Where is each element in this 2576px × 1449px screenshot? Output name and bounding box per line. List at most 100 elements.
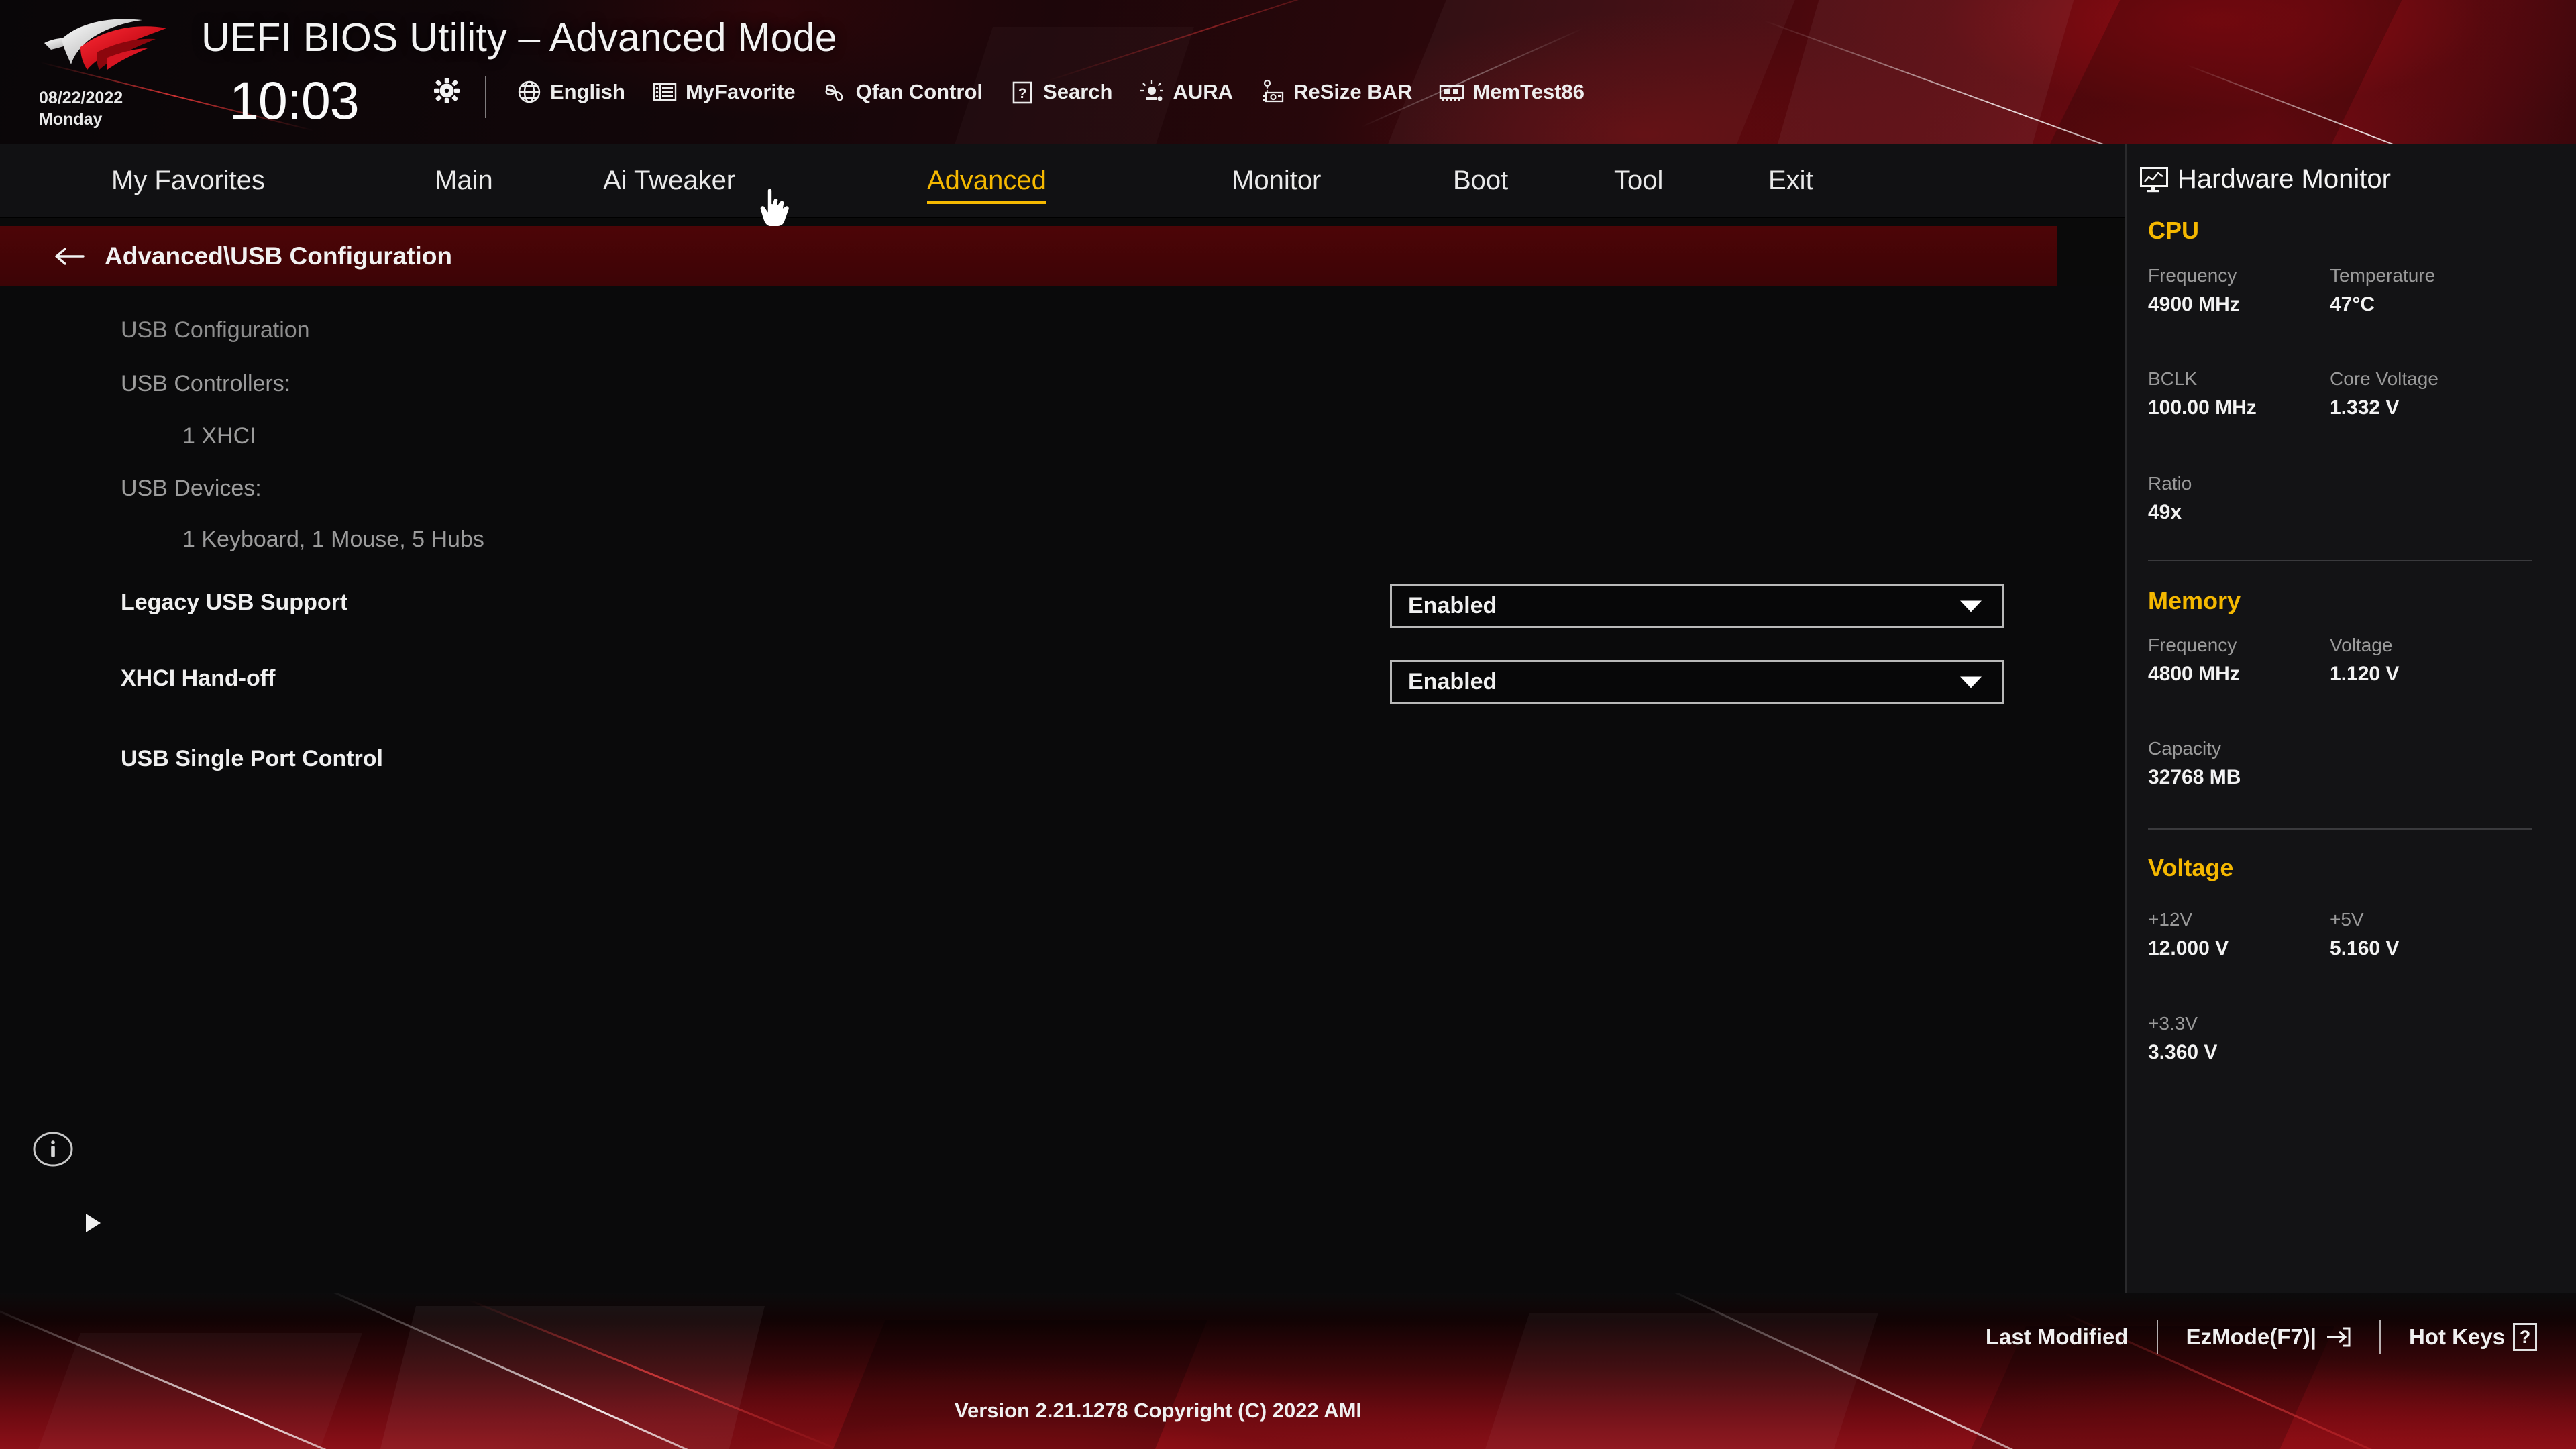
hm-section-voltage: Voltage xyxy=(2148,854,2234,881)
info-circle-icon[interactable] xyxy=(32,1128,74,1170)
tab-advanced[interactable]: Advanced xyxy=(927,166,1046,204)
settings-panel: USB Configuration USB Controllers: 1 XHC… xyxy=(0,286,2125,1293)
aura-lighting-icon xyxy=(1139,79,1165,105)
legacy-usb-support-value: Enabled xyxy=(1408,593,1497,619)
myfavorite-label: MyFavorite xyxy=(685,80,796,103)
breadcrumb-path: Advanced\USB Configuration xyxy=(105,242,453,270)
myfavorite-button[interactable]: MyFavorite xyxy=(652,79,796,105)
fan-icon xyxy=(822,79,848,105)
page-title: UEFI BIOS Utility – Advanced Mode xyxy=(201,15,837,60)
hm-v33-key: +3.3V xyxy=(2148,1013,2198,1034)
version-string: Version 2.21.1278 Copyright (C) 2022 AMI xyxy=(955,1399,1362,1422)
tab-boot[interactable]: Boot xyxy=(1453,166,1508,201)
hm-mem-capacity-value: 32768 MB xyxy=(2148,766,2241,788)
last-modified-button[interactable]: Last Modified xyxy=(1986,1324,2129,1350)
hm-mem-voltage-key: Voltage xyxy=(2330,635,2393,655)
hm-cpu-temperature-key: Temperature xyxy=(2330,265,2436,286)
legacy-usb-support-select[interactable]: Enabled xyxy=(1390,584,2004,628)
breadcrumb[interactable]: Advanced\USB Configuration xyxy=(0,226,2057,286)
hot-keys-label: Hot Keys xyxy=(2408,1324,2505,1349)
hm-cpu-frequency-value: 4900 MHz xyxy=(2148,293,2240,315)
resize-bar-label: ReSize BAR xyxy=(1293,80,1413,103)
hm-mem-frequency-value: 4800 MHz xyxy=(2148,663,2240,685)
chevron-down-icon xyxy=(1960,676,1982,688)
hm-mem-frequency-key: Frequency xyxy=(2148,635,2237,655)
hm-cpu-ratio-key: Ratio xyxy=(2148,473,2192,494)
hm-divider xyxy=(2148,560,2532,561)
tab-label: Ai Tweaker xyxy=(603,166,736,195)
header-bar: UEFI BIOS Utility – Advanced Mode 08/22/… xyxy=(0,0,2576,144)
hm-v12-value: 12.000 V xyxy=(2148,937,2229,959)
search-button[interactable]: ? Search xyxy=(1010,79,1112,105)
hm-cpu-bclk-value: 100.00 MHz xyxy=(2148,396,2257,419)
triangle-right-icon xyxy=(86,1214,101,1232)
date-value: 08/22/2022 xyxy=(39,89,123,107)
footer-actions: Last Modified EzMode(F7)| Hot Keys ? xyxy=(1986,1320,2537,1354)
footer-bar: Last Modified EzMode(F7)| Hot Keys ? xyxy=(0,1293,2576,1449)
tab-label: Exit xyxy=(1768,166,1813,195)
aura-label: AURA xyxy=(1173,80,1234,103)
tab-monitor[interactable]: Monitor xyxy=(1232,166,1321,201)
footer-divider xyxy=(2379,1320,2381,1354)
hardware-monitor-panel: Hardware Monitor CPU Frequency Temperatu… xyxy=(2127,144,2576,1293)
tab-label: Monitor xyxy=(1232,166,1322,195)
header-divider xyxy=(485,76,486,118)
back-arrow-icon[interactable] xyxy=(54,246,85,267)
footer-divider xyxy=(2156,1320,2158,1354)
gpu-card-icon xyxy=(1260,79,1285,105)
aura-button[interactable]: AURA xyxy=(1139,79,1233,105)
hm-cpu-core-voltage-value: 1.332 V xyxy=(2330,396,2400,419)
bios-screen: UEFI BIOS Utility – Advanced Mode 08/22/… xyxy=(0,0,2576,1449)
usb-controllers-value: 1 XHCI xyxy=(182,423,256,449)
rog-logo xyxy=(42,5,182,76)
section-title: USB Configuration xyxy=(121,317,310,343)
hm-cpu-bclk-key: BCLK xyxy=(2148,368,2198,389)
hm-v5-value: 5.160 V xyxy=(2330,937,2400,959)
ezmode-button[interactable]: EzMode(F7)| xyxy=(2186,1324,2351,1350)
language-label: English xyxy=(550,80,625,103)
hardware-monitor-title: Hardware Monitor xyxy=(2140,164,2391,195)
tab-label: Boot xyxy=(1453,166,1509,195)
tab-exit[interactable]: Exit xyxy=(1768,166,1813,201)
weekday-value: Monday xyxy=(39,110,103,129)
language-button[interactable]: English xyxy=(517,79,625,105)
hm-section-cpu: CPU xyxy=(2148,217,2200,244)
xhci-handoff-value: Enabled xyxy=(1408,669,1497,694)
clock-display: 10:03 xyxy=(229,70,360,130)
hm-v5-key: +5V xyxy=(2330,909,2364,930)
header-toolbar: English MyFavorite Qfan Control ? Search… xyxy=(517,79,1611,105)
xhci-handoff-label: XHCI Hand-off xyxy=(121,665,276,691)
chevron-down-icon xyxy=(1960,600,1982,612)
hm-v12-key: +12V xyxy=(2148,909,2193,930)
globe-icon xyxy=(517,79,542,105)
memtest86-button[interactable]: MemTest86 xyxy=(1439,79,1585,105)
hm-section-memory: Memory xyxy=(2148,587,2241,614)
tab-tool[interactable]: Tool xyxy=(1614,166,1663,201)
hm-cpu-core-voltage-key: Core Voltage xyxy=(2330,368,2438,389)
svg-text:?: ? xyxy=(1018,86,1027,101)
gear-icon[interactable] xyxy=(434,78,460,103)
hm-cpu-ratio-value: 49x xyxy=(2148,501,2182,523)
tab-my-favorites[interactable]: My Favorites xyxy=(111,166,265,201)
xhci-handoff-select[interactable]: Enabled xyxy=(1390,660,2004,704)
ezmode-label: EzMode(F7)| xyxy=(2186,1324,2316,1349)
exit-arrow-icon xyxy=(2324,1326,2351,1348)
hm-divider xyxy=(2148,828,2532,830)
hm-cpu-temperature-value: 47°C xyxy=(2330,293,2375,315)
hot-keys-badge: ? xyxy=(2519,1326,2531,1347)
hot-keys-button[interactable]: Hot Keys ? xyxy=(2409,1323,2537,1351)
memtest86-label: MemTest86 xyxy=(1472,80,1585,103)
tab-label: Tool xyxy=(1614,166,1664,195)
tab-ai-tweaker[interactable]: Ai Tweaker xyxy=(603,166,735,201)
usb-single-port-control-label: USB Single Port Control xyxy=(121,746,383,771)
resize-bar-button[interactable]: ReSize BAR xyxy=(1260,79,1412,105)
hm-cpu-frequency-key: Frequency xyxy=(2148,265,2237,286)
memory-module-icon xyxy=(1439,79,1464,105)
usb-single-port-control-item[interactable]: USB Single Port Control xyxy=(0,746,2125,1232)
qfan-control-label: Qfan Control xyxy=(855,80,983,103)
qfan-control-button[interactable]: Qfan Control xyxy=(822,79,983,105)
question-box-icon: ? xyxy=(1010,79,1035,105)
date-display: 08/22/2022 Monday xyxy=(39,87,123,130)
tab-main[interactable]: Main xyxy=(435,166,493,201)
search-label: Search xyxy=(1043,80,1113,103)
